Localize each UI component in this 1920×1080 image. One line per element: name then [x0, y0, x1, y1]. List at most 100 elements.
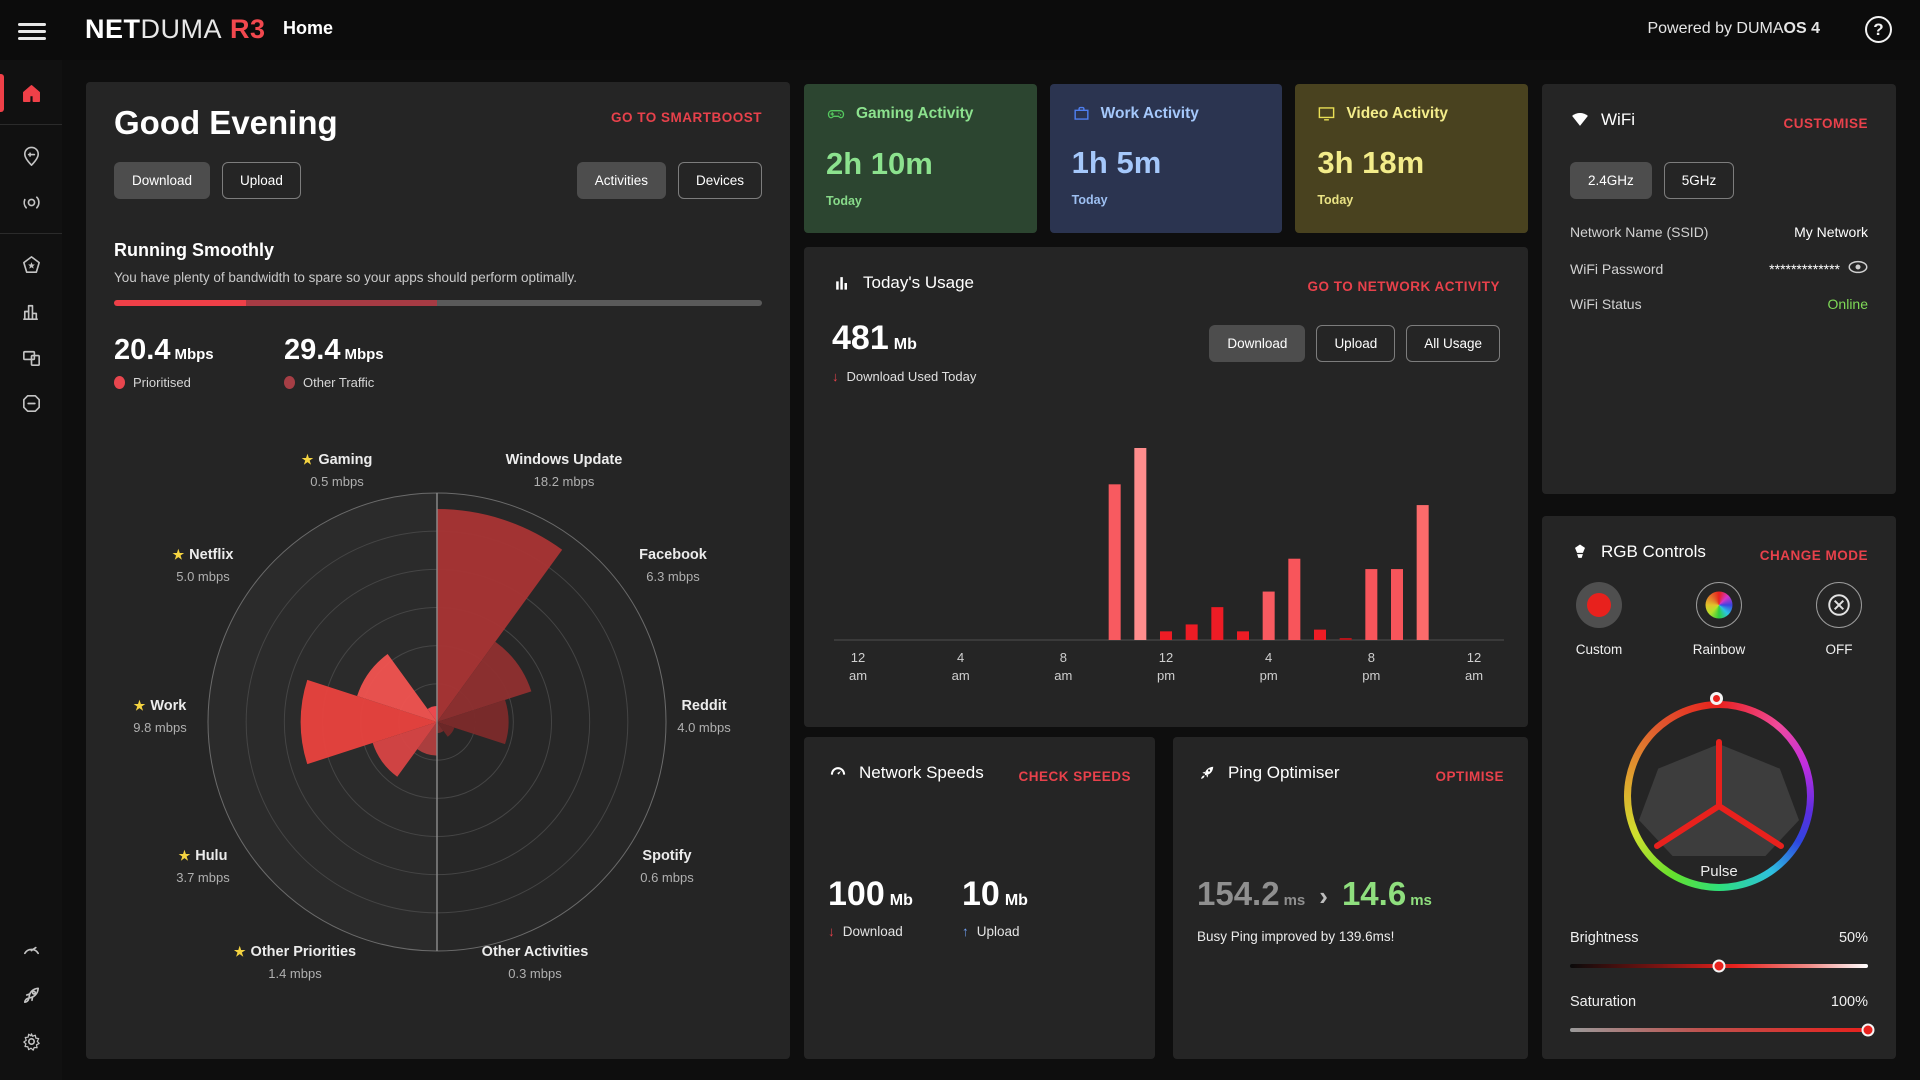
usage-bar-5pm: [1288, 559, 1300, 640]
usage-bar-2pm: [1211, 607, 1223, 640]
usage-bar-1pm: [1186, 624, 1198, 640]
menu-icon[interactable]: [18, 19, 46, 41]
sidebar-item-usage[interactable]: [0, 288, 62, 334]
usage-total: 481Mb: [832, 319, 917, 358]
sidebar-item-settings[interactable]: [0, 1018, 62, 1064]
band-5ghz-button[interactable]: 5GHz: [1664, 162, 1735, 199]
work-activity-card[interactable]: Work Activity 1h 5m Today: [1050, 84, 1283, 233]
svg-text:12: 12: [1467, 650, 1481, 665]
gaming-activity-card[interactable]: Gaming Activity 2h 10m Today: [804, 84, 1037, 233]
password-row: WiFi Password *************: [1570, 260, 1868, 277]
devices-toggle-button[interactable]: Devices: [678, 162, 762, 199]
eye-icon[interactable]: [1848, 260, 1868, 277]
card-sub: Today: [826, 194, 1015, 208]
sidebar-bottom-group: [0, 926, 62, 1064]
sidebar-item-home[interactable]: [0, 70, 62, 116]
prioritised-stat: 20.4Mbps Prioritised: [114, 334, 214, 390]
sidebar-item-ping-optimiser[interactable]: [0, 972, 62, 1018]
network-speeds-panel: Network Speeds CHECK SPEEDS 100Mb ↓Downl…: [804, 737, 1155, 1059]
block-icon: [20, 392, 43, 415]
go-to-network-activity-link[interactable]: GO TO NETWORK ACTIVITY: [1308, 279, 1501, 294]
logo-duma: DUMA: [141, 14, 223, 44]
ping-comparison: 154.2ms › 14.6ms: [1197, 875, 1432, 913]
priority-star-icon: ★: [173, 547, 185, 562]
usage-bar-7pm: [1340, 638, 1352, 640]
wifi-panel: WiFi CUSTOMISE 2.4GHz 5GHz Network Name …: [1542, 84, 1896, 494]
ssid-value: My Network: [1794, 224, 1868, 240]
bar-chart-icon: [20, 300, 43, 323]
usage-bar-3pm: [1237, 631, 1249, 640]
priority-star-icon: ★: [234, 944, 246, 959]
app-bandwidth-rose-chart: Windows Update18.2 mbpsFacebook6.3 mbpsR…: [114, 412, 762, 1032]
usage-all-button[interactable]: All Usage: [1406, 325, 1500, 362]
sidebar-divider: [0, 233, 62, 234]
customise-link[interactable]: CUSTOMISE: [1783, 116, 1868, 131]
rgb-lamp-icon: [1570, 542, 1590, 562]
activities-toggle-button[interactable]: Activities: [577, 162, 666, 199]
brightness-thumb[interactable]: [1713, 960, 1726, 973]
video-activity-card[interactable]: Video Activity 3h 18m Today: [1295, 84, 1528, 233]
mode-off[interactable]: OFF: [1792, 582, 1886, 657]
usage-bar-9pm: [1391, 569, 1403, 640]
speeds-title: Network Speeds: [828, 763, 984, 783]
svg-text:pm: pm: [1260, 668, 1278, 683]
usage-title: Today's Usage: [832, 273, 974, 293]
priority-star-icon: ★: [179, 848, 191, 863]
card-sub: Today: [1317, 193, 1506, 207]
svg-text:8: 8: [1368, 650, 1375, 665]
hue-marker[interactable]: [1710, 692, 1723, 705]
card-title: Video Activity: [1346, 105, 1448, 123]
upload-toggle-button[interactable]: Upload: [222, 162, 301, 199]
ping-title: Ping Optimiser: [1197, 763, 1339, 783]
mode-custom[interactable]: Custom: [1552, 582, 1646, 657]
svg-text:12: 12: [851, 650, 865, 665]
rose-label-other-priorities: ★Other Priorities1.4 mbps: [200, 944, 390, 981]
usage-download-button[interactable]: Download: [1209, 325, 1305, 362]
svg-text:4: 4: [1265, 650, 1272, 665]
priority-star-icon: ★: [134, 698, 146, 713]
mode-rainbow[interactable]: Rainbow: [1672, 582, 1766, 657]
card-title: Gaming Activity: [856, 105, 973, 123]
sidebar-item-ping-heatmap[interactable]: [0, 179, 62, 225]
change-mode-link[interactable]: CHANGE MODE: [1760, 548, 1868, 563]
sidebar-item-benchmarks[interactable]: [0, 242, 62, 288]
sidebar-item-blocked[interactable]: [0, 380, 62, 426]
saturation-thumb[interactable]: [1862, 1024, 1875, 1037]
progress-other: [246, 300, 437, 306]
gear-icon: [20, 1030, 43, 1053]
svg-text:am: am: [849, 668, 867, 683]
brightness-value: 50%: [1839, 930, 1868, 946]
check-speeds-link[interactable]: CHECK SPEEDS: [1018, 769, 1131, 784]
rgb-title: RGB Controls: [1570, 542, 1706, 562]
optimise-link[interactable]: OPTIMISE: [1435, 769, 1504, 784]
help-icon[interactable]: ?: [1865, 16, 1892, 43]
smartboost-panel: Good Evening GO TO SMARTBOOST Download U…: [86, 82, 790, 1059]
off-mode-icon: [1816, 582, 1862, 628]
download-arrow-icon: ↓: [828, 924, 835, 939]
download-arrow-icon: ↓: [832, 369, 839, 384]
ssid-row: Network Name (SSID)My Network: [1570, 224, 1868, 240]
rose-label-netflix: ★Netflix5.0 mbps: [108, 547, 298, 584]
rose-label-reddit: Reddit4.0 mbps: [609, 698, 799, 735]
sidebar-item-devices[interactable]: [0, 334, 62, 380]
wifi-status-value: Online: [1828, 296, 1868, 312]
sidebar-item-geo-filter[interactable]: [0, 133, 62, 179]
status-description: You have plenty of bandwidth to spare so…: [114, 270, 577, 285]
rainbow-mode-icon: [1696, 582, 1742, 628]
sidebar-divider: [0, 124, 62, 125]
logo-model: R3: [230, 14, 266, 44]
saturation-slider[interactable]: [1570, 1028, 1868, 1032]
band-24ghz-button[interactable]: 2.4GHz: [1570, 162, 1652, 199]
card-sub: Today: [1072, 193, 1261, 207]
nav-home[interactable]: Home: [283, 18, 333, 39]
card-title: Work Activity: [1101, 105, 1199, 123]
effect-label: Pulse: [1542, 863, 1896, 880]
usage-upload-button[interactable]: Upload: [1316, 325, 1395, 362]
prioritised-dot: [114, 376, 125, 389]
sidebar-item-speedtest[interactable]: [0, 926, 62, 972]
briefcase-icon: [1072, 104, 1091, 123]
topbar: NETDUMAR3 Home Powered by DUMAOS 4 ?: [0, 0, 1920, 60]
download-toggle-button[interactable]: Download: [114, 162, 210, 199]
go-to-smartboost-link[interactable]: GO TO SMARTBOOST: [611, 110, 762, 125]
other-traffic-stat: 29.4Mbps Other Traffic: [284, 334, 384, 390]
